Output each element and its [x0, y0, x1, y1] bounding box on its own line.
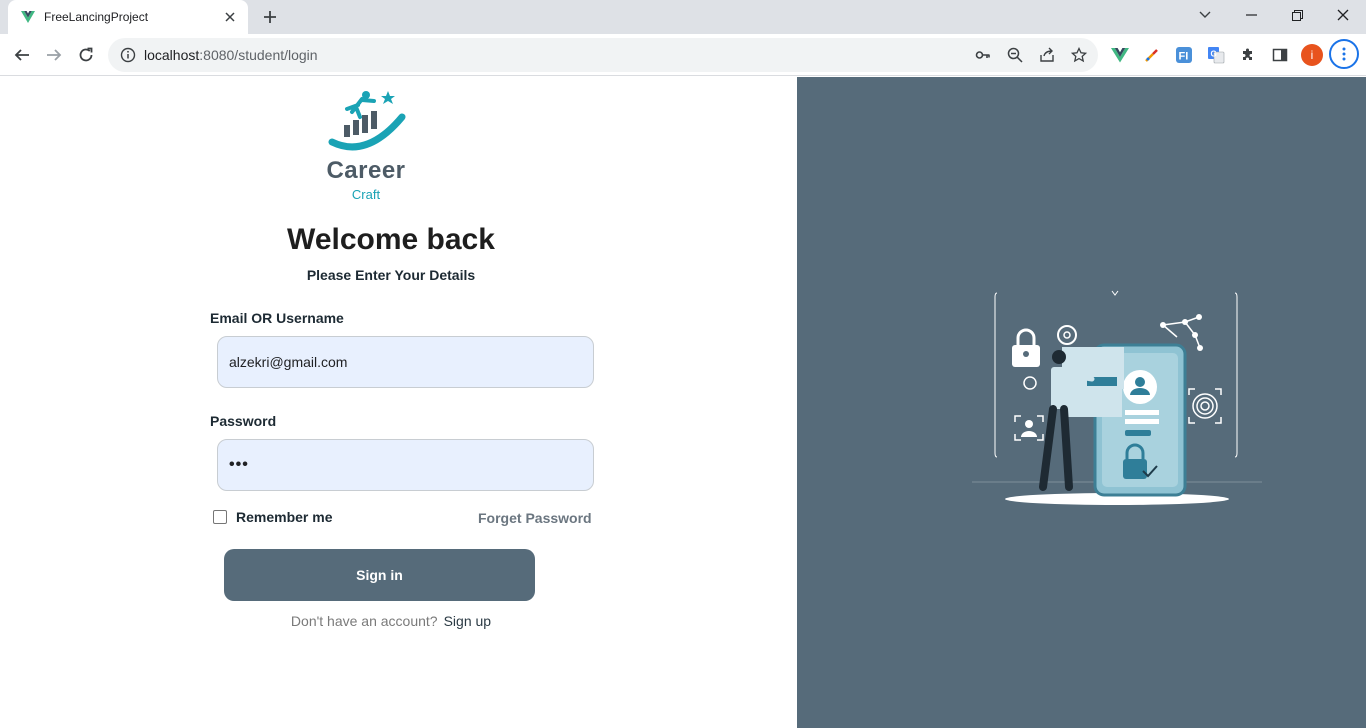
- minimize-icon[interactable]: [1228, 0, 1274, 30]
- password-field[interactable]: •••: [217, 439, 594, 491]
- site-info-icon[interactable]: [120, 47, 136, 63]
- new-tab-icon[interactable]: [260, 7, 280, 27]
- close-tab-icon[interactable]: [222, 9, 238, 25]
- tab-title: FreeLancingProject: [44, 10, 149, 24]
- tab-search-chevron-icon[interactable]: [1182, 0, 1228, 30]
- remember-me-row: Remember me: [213, 509, 333, 525]
- password-field-value: •••: [229, 456, 249, 473]
- browser-toolbar: localhost:8080/student/login FI G i: [0, 34, 1366, 76]
- browser-tab-strip: FreeLancingProject: [0, 0, 1366, 34]
- logo-text-career: Career: [326, 157, 406, 184]
- security-illustration: [967, 287, 1267, 512]
- career-craft-logo: Career Craft: [322, 87, 412, 202]
- share-icon[interactable]: [1039, 47, 1055, 63]
- illustration-panel: [797, 77, 1366, 728]
- font-identifier-extension-icon[interactable]: FI: [1174, 45, 1194, 65]
- key-icon[interactable]: [975, 47, 991, 63]
- page-subtitle: Please Enter Your Details: [306, 267, 476, 283]
- url-text: localhost:8080/student/login: [144, 47, 318, 63]
- restore-icon[interactable]: [1274, 0, 1320, 30]
- no-account-text: Don't have an account?: [290, 613, 438, 629]
- sign-up-link[interactable]: Sign up: [444, 613, 491, 629]
- profile-avatar[interactable]: i: [1301, 44, 1323, 66]
- color-picker-extension-icon[interactable]: [1142, 45, 1162, 65]
- login-panel: Career Craft Welcome back Please Enter Y…: [0, 77, 797, 728]
- email-field[interactable]: alzekri@gmail.com: [217, 336, 594, 388]
- vue-favicon-icon: [20, 9, 36, 25]
- page-content: Career Craft Welcome back Please Enter Y…: [0, 77, 1366, 728]
- email-field-value: alzekri@gmail.com: [229, 354, 348, 370]
- extensions-puzzle-icon[interactable]: [1238, 45, 1258, 65]
- signup-prompt: Don't have an account? Sign up: [0, 613, 782, 629]
- google-translate-extension-icon[interactable]: G: [1206, 45, 1226, 65]
- remember-me-label[interactable]: Remember me: [236, 509, 333, 525]
- close-window-icon[interactable]: [1320, 0, 1366, 30]
- forget-password-link[interactable]: Forget Password: [478, 510, 592, 526]
- address-bar[interactable]: localhost:8080/student/login: [108, 38, 1098, 72]
- svg-text:G: G: [1211, 50, 1217, 59]
- password-label: Password: [210, 413, 277, 429]
- remember-me-checkbox[interactable]: [213, 510, 227, 524]
- browser-tab[interactable]: FreeLancingProject: [8, 0, 248, 34]
- page-title: Welcome back: [287, 223, 495, 256]
- svg-text:FI: FI: [1179, 51, 1189, 63]
- logo-text-craft: Craft: [351, 187, 381, 202]
- sign-in-button[interactable]: Sign in: [224, 549, 535, 601]
- back-icon[interactable]: [10, 43, 34, 67]
- vue-devtools-extension-icon[interactable]: [1110, 45, 1130, 65]
- bookmark-star-icon[interactable]: [1071, 47, 1087, 63]
- email-label: Email OR Username: [210, 310, 344, 326]
- chrome-menu-icon[interactable]: [1329, 39, 1359, 69]
- reload-icon[interactable]: [74, 43, 98, 67]
- zoom-out-icon[interactable]: [1007, 47, 1023, 63]
- side-panel-icon[interactable]: [1270, 45, 1290, 65]
- forward-icon[interactable]: [42, 43, 66, 67]
